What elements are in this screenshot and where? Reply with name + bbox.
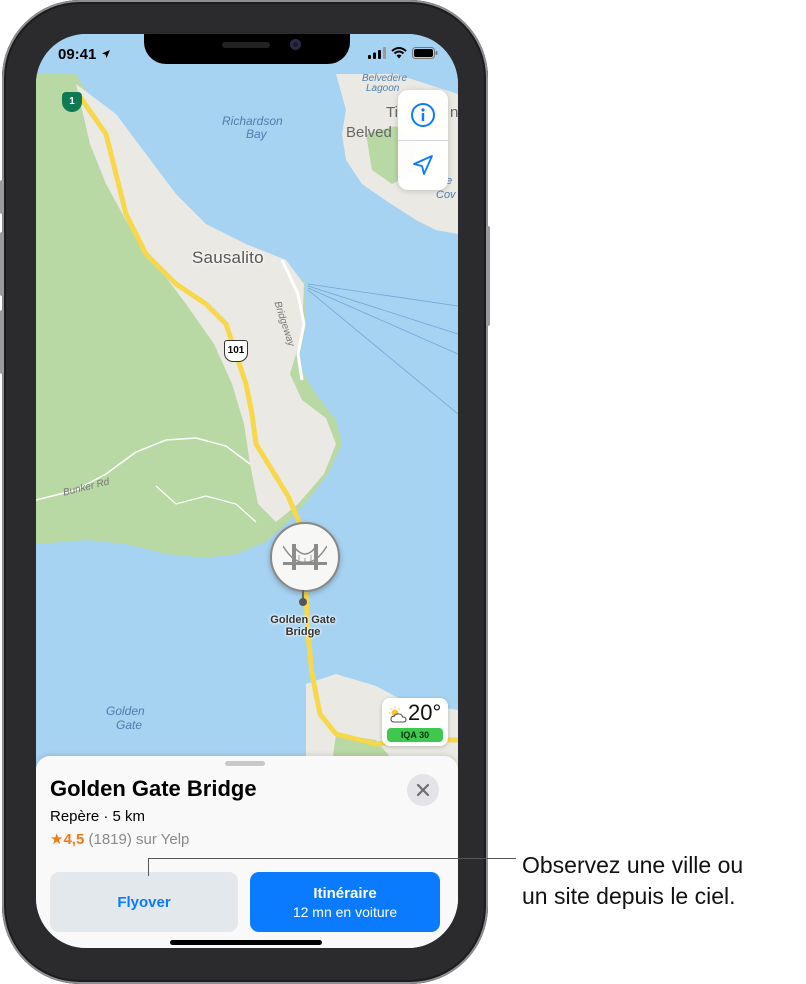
water-label-golden: Golden [106,704,145,718]
partial-label-lagoon: Lagoon [366,83,400,94]
directions-detail: 12 mn en voiture [292,903,398,920]
callout-line-vertical [148,858,149,876]
mute-switch [0,180,4,214]
earpiece-speaker [222,42,270,48]
status-icons [368,46,438,60]
partial-label-tiburon: Ti [386,104,398,121]
battery-icon [412,47,438,59]
location-services-icon [101,50,110,58]
rating-detail: (1819) sur Yelp [88,831,190,848]
volume-up-button [0,232,4,296]
volume-down-button [0,310,4,374]
map-controls [398,90,448,190]
place-rating[interactable]: ★4,5 (1819) sur Yelp [50,830,189,848]
callout-line-horizontal [148,858,516,859]
close-icon [416,783,430,797]
golden-gate-bridge-icon [283,544,327,570]
place-title: Golden Gate Bridge [50,776,257,801]
front-camera [290,39,301,50]
directions-label: Itinéraire [313,884,377,902]
aqi-badge: IQA 30 [387,728,443,742]
landmark-label: Golden Gate Bridge [258,614,348,638]
city-label-sausalito: Sausalito [192,248,264,267]
water-label-richardson: Richardson [222,114,283,128]
info-button[interactable] [398,90,448,140]
wifi-icon [391,47,407,59]
callout-line-1: Observez une ville ou [522,852,744,878]
status-time: 09:41 [58,46,111,63]
notch [144,34,350,64]
close-button[interactable] [407,774,439,806]
flyover-button[interactable]: Flyover [50,872,238,932]
callout-text: Observez une ville ou un site depuis le … [522,850,806,912]
callout-line-2: un site depuis le ciel. [522,883,736,909]
rating-value: ★4,5 [50,831,85,848]
highway-1-shield-icon: 1 [62,92,82,112]
water-label-gate: Gate [116,718,143,732]
landmark-label-line2: Bridge [285,626,321,638]
directions-button[interactable]: Itinéraire 12 mn en voiture [250,872,440,932]
partial-label-tiburon-tail: n [450,104,458,121]
landmark-pin[interactable] [270,522,340,592]
place-subtitle: Repère · 5 km [50,808,146,825]
locate-button[interactable] [398,140,448,190]
location-arrow-icon [413,155,433,175]
status-time-text: 09:41 [58,46,97,63]
weather-temperature: 20° [408,700,442,725]
partly-cloudy-icon [388,706,407,723]
cellular-signal-icon [368,47,386,59]
landmark-pin-dot [299,598,307,606]
home-indicator[interactable] [170,940,322,945]
weather-badge[interactable]: 20° IQA 30 [382,698,448,746]
water-label-bay: Bay [246,127,267,141]
side-button [486,226,490,326]
place-card[interactable]: Golden Gate Bridge Repère · 5 km ★4,5 (1… [36,756,458,948]
landmark-label-line1: Golden Gate [270,614,336,626]
sheet-grabber[interactable] [225,761,265,766]
partial-label-belvedere: Belved [346,124,392,141]
partial-label-cove-2: Cov [436,189,456,201]
phone-screen: Richardson Bay Golden Gate Sausalito Bel… [36,34,458,948]
us-101-shield-icon: 101 [224,340,248,362]
info-icon [411,103,435,127]
